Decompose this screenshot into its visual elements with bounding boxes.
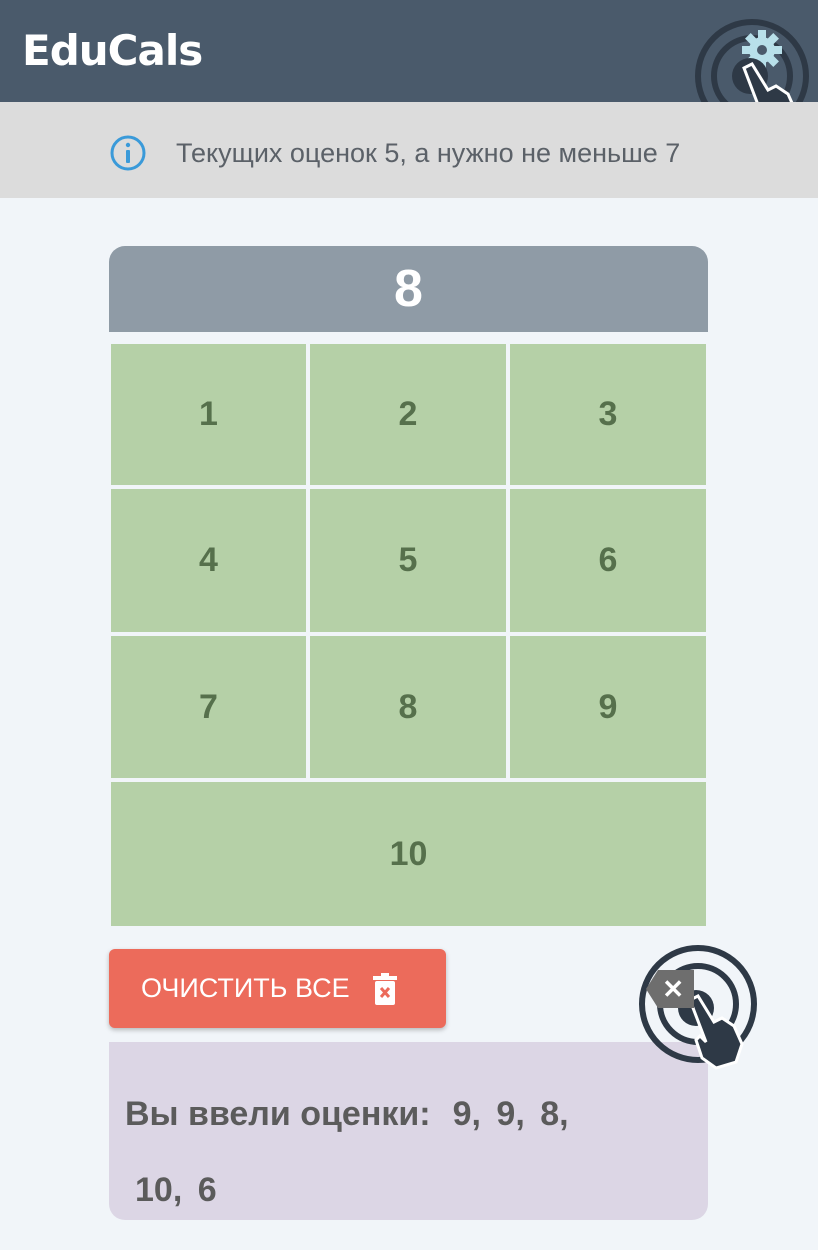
key-5[interactable]: 5 <box>310 489 506 632</box>
key-4[interactable]: 4 <box>111 489 306 632</box>
key-1[interactable]: 1 <box>111 344 306 485</box>
current-grade-value: 8 <box>394 260 423 318</box>
current-grade-display: 8 <box>109 246 708 332</box>
info-message: Текущих оценок 5, а нужно не меньше 7 <box>176 138 681 168</box>
key-7[interactable]: 7 <box>111 636 306 778</box>
key-2[interactable]: 2 <box>310 344 506 485</box>
key-10[interactable]: 10 <box>111 782 706 926</box>
entered-grades-line2: 10, 6 <box>135 1171 217 1209</box>
entered-grades-line1: 9, 9, 8, <box>452 1095 569 1133</box>
entered-grades-label: Вы ввели оценки: <box>125 1095 431 1133</box>
key-8[interactable]: 8 <box>310 636 506 778</box>
info-icon <box>110 135 146 171</box>
clear-all-button[interactable]: ОЧИСТИТЬ ВСЕ <box>109 949 446 1028</box>
entered-grades-panel: Вы ввели оценки: 9, 9, 8, 10, 6 <box>109 1042 708 1220</box>
clear-all-label: ОЧИСТИТЬ ВСЕ <box>141 973 350 1003</box>
remove-last-grade-button[interactable] <box>634 944 764 1074</box>
key-6[interactable]: 6 <box>510 489 706 632</box>
trash-icon <box>372 972 397 1005</box>
key-3[interactable]: 3 <box>510 344 706 485</box>
app-logo: EduCals <box>22 26 203 75</box>
key-9[interactable]: 9 <box>510 636 706 778</box>
